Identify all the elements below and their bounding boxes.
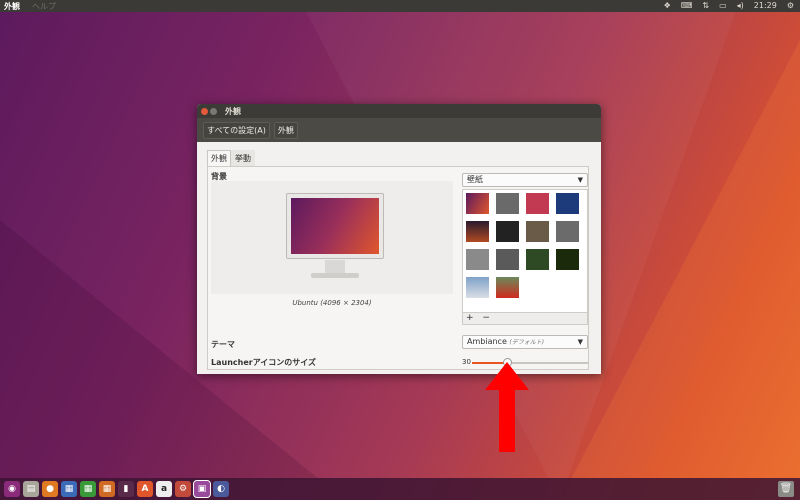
wallpaper-thumb[interactable] [466, 221, 489, 242]
amazon-icon[interactable]: a [156, 481, 172, 497]
help-menu[interactable]: ヘルプ [32, 1, 56, 12]
breadcrumb-current[interactable]: 外観 [273, 121, 298, 139]
top-panel: 外観 ヘルプ ❖ ⌨ ⇅ ▭ ◂) 21:29 ⚙ [0, 0, 800, 12]
wallpaper-thumb[interactable] [496, 221, 519, 242]
terminal-icon[interactable]: ▮ [118, 481, 134, 497]
theme-select[interactable]: Ambiance (デフォルト) ▼ [462, 335, 588, 349]
firefox-icon[interactable]: ● [42, 481, 58, 497]
monitor-icon [286, 193, 384, 259]
indicator-area: ❖ ⌨ ⇅ ▭ ◂) 21:29 ⚙ [664, 0, 794, 12]
volume-icon[interactable]: ◂) [737, 0, 744, 12]
software-center-icon[interactable]: A [137, 481, 153, 497]
monitor-screen [291, 198, 379, 254]
wallpaper-thumb[interactable] [466, 277, 489, 298]
wallpaper-grid-toolbar: + − [462, 313, 588, 325]
close-icon[interactable] [201, 107, 208, 115]
wallpaper-name: Ubuntu (4096 × 2304) [292, 299, 372, 307]
launcher-size-label: Launcherアイコンのサイズ [211, 358, 317, 367]
monitor-base [311, 273, 359, 278]
trash-icon[interactable]: 🗑 [778, 481, 794, 497]
keyboard-icon[interactable]: ⌨ [681, 0, 693, 12]
monitor-neck [325, 260, 345, 274]
clock[interactable]: 21:29 [754, 0, 777, 12]
impress-icon[interactable]: ▦ [99, 481, 115, 497]
appearance-window: 外観 すべての設定(A) 外観 外観 挙動 背景 Ubuntu (4096 × … [197, 104, 601, 374]
remove-wallpaper-button[interactable]: − [482, 313, 490, 323]
wallpaper-thumb[interactable] [526, 221, 549, 242]
network-icon[interactable]: ⇅ [702, 0, 709, 12]
workspace-icon[interactable]: ◐ [213, 481, 229, 497]
tab-appearance[interactable]: 外観 [207, 150, 231, 166]
titlebar: 外観 [197, 104, 601, 118]
toolbar: すべての設定(A) 外観 [197, 118, 601, 142]
wallpaper-thumb[interactable] [556, 221, 579, 242]
theme-default-note: (デフォルト) [509, 339, 545, 346]
wallpaper-source-value: 壁紙 [467, 175, 483, 184]
wallpaper-thumb[interactable] [496, 277, 519, 298]
dropbox-icon[interactable]: ❖ [664, 0, 671, 12]
wallpaper-grid [462, 189, 588, 313]
wallpaper-thumb[interactable] [466, 249, 489, 270]
launcher-bar: ◉ ▤ ● ▦ ▦ ▦ ▮ A a ⚙ ▣ ◐ [0, 478, 800, 500]
appearance-settings-icon[interactable]: ▣ [193, 480, 211, 498]
wallpaper-thumb[interactable] [556, 249, 579, 270]
system-settings-icon[interactable]: ⚙ [175, 481, 191, 497]
wallpaper-thumb[interactable] [496, 249, 519, 270]
content: 外観 挙動 背景 Ubuntu (4096 × 2304) 壁紙 ▼ + − テ… [207, 150, 589, 370]
all-settings-button[interactable]: すべての設定(A) [203, 121, 270, 139]
wallpaper-preview [211, 181, 453, 294]
writer-icon[interactable]: ▦ [61, 481, 77, 497]
theme-value: Ambiance [467, 337, 507, 346]
dropdown-arrow-icon: ▼ [577, 176, 583, 184]
dropdown-arrow-icon: ▼ [577, 338, 583, 346]
battery-icon[interactable]: ▭ [719, 0, 727, 12]
wallpaper-source-select[interactable]: 壁紙 ▼ [462, 173, 588, 187]
tab-bar: 外観 挙動 [207, 150, 589, 166]
calc-icon[interactable]: ▦ [80, 481, 96, 497]
gear-icon[interactable]: ⚙ [787, 0, 794, 12]
minimize-icon[interactable] [210, 107, 217, 115]
window-title: 外観 [225, 106, 241, 116]
wallpaper-thumb[interactable] [526, 193, 549, 214]
files-icon[interactable]: ▤ [23, 481, 39, 497]
wallpaper-thumb[interactable] [466, 193, 489, 214]
theme-label: テーマ [211, 340, 235, 349]
wallpaper-thumb[interactable] [496, 193, 519, 214]
launcher-size-value: 30 [462, 358, 471, 366]
tab-panel: 背景 Ubuntu (4096 × 2304) 壁紙 ▼ + − テーマ Amb… [207, 166, 589, 370]
wallpaper-thumb[interactable] [556, 193, 579, 214]
add-wallpaper-button[interactable]: + [466, 313, 474, 323]
wallpaper-thumb[interactable] [526, 249, 549, 270]
tab-behavior[interactable]: 挙動 [231, 150, 255, 166]
dash-icon[interactable]: ◉ [4, 481, 20, 497]
app-menu-title[interactable]: 外観 [4, 1, 20, 12]
annotation-arrow [485, 362, 529, 452]
